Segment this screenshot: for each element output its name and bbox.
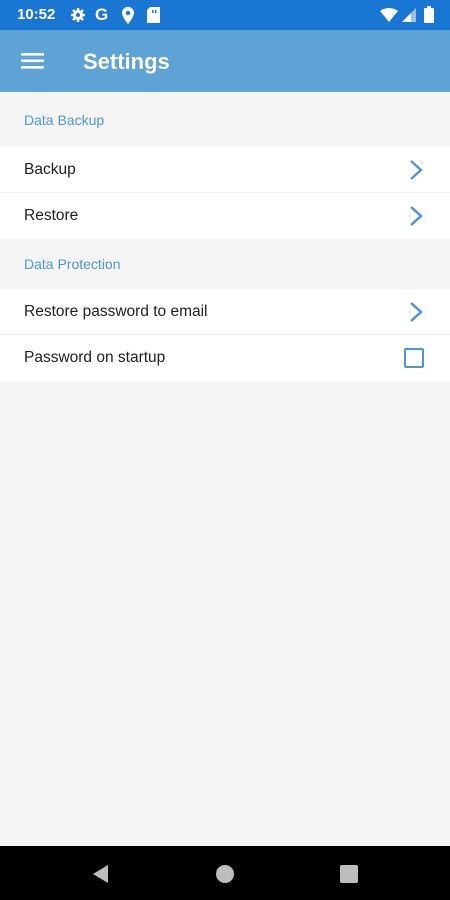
chevron-right-icon: [410, 206, 423, 226]
status-bar: 10:52 G: [0, 0, 450, 30]
hamburger-menu-icon: [21, 53, 44, 69]
navigation-bar: [0, 846, 450, 900]
chevron-right-icon: [410, 159, 423, 180]
setting-label: Restore: [24, 207, 79, 224]
setting-label: Restore password to email: [24, 302, 208, 320]
settings-group-data-backup: Backup Restore: [0, 147, 450, 239]
settings-icon: [71, 8, 85, 22]
setting-password-on-startup[interactable]: Password on startup: [0, 335, 450, 381]
chevron-right-icon: [410, 301, 423, 322]
location-icon: [122, 7, 134, 24]
google-icon: G: [95, 5, 109, 24]
setting-restore[interactable]: Restore: [0, 193, 450, 239]
home-icon[interactable]: [214, 863, 236, 885]
recents-icon[interactable]: [338, 863, 360, 885]
sim-icon: [147, 7, 160, 23]
back-icon[interactable]: [90, 863, 112, 885]
page-title: Settings: [83, 49, 170, 74]
settings-list: Data Backup Backup Restore Data Protecti…: [0, 92, 450, 381]
setting-label: Backup: [24, 160, 76, 178]
password-on-startup-checkbox[interactable]: [404, 348, 424, 368]
menu-button[interactable]: [14, 43, 50, 79]
setting-restore-password-to-email[interactable]: Restore password to email: [0, 289, 450, 335]
wifi-icon: [380, 8, 398, 22]
settings-group-data-protection: Restore password to email Password on st…: [0, 289, 450, 381]
section-header-data-backup: Data Backup: [0, 92, 450, 147]
signal-icon: [402, 8, 416, 22]
status-time: 10:52: [17, 6, 56, 23]
battery-icon: [424, 6, 434, 23]
setting-label: Password on startup: [24, 349, 166, 366]
setting-backup[interactable]: Backup: [0, 147, 450, 193]
section-header-data-protection: Data Protection: [0, 239, 450, 289]
app-bar: Settings: [0, 30, 450, 92]
